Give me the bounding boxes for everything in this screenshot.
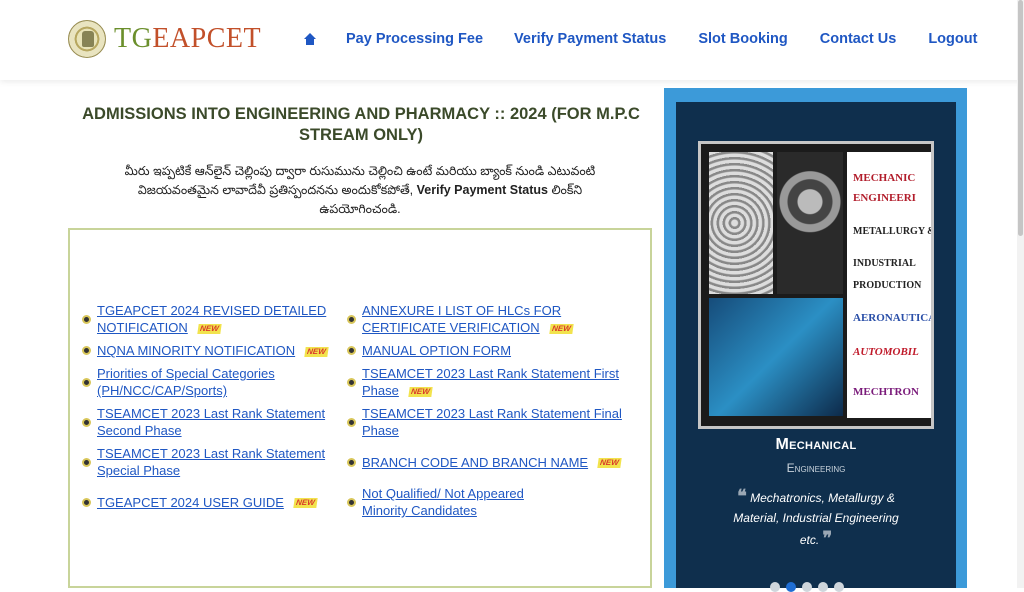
bullet-icon <box>82 417 91 427</box>
link-label: TSEAMCET 2023 Last Rank Statement Second… <box>97 406 326 438</box>
verify-payment-status-link[interactable]: Verify Payment Status <box>417 183 548 197</box>
link-label: TSEAMCET 2023 Last Rank Statement First … <box>362 366 619 398</box>
nav-logout[interactable]: Logout <box>928 31 977 47</box>
image-text: MECHTRON <box>853 386 919 398</box>
gears-image <box>777 152 843 294</box>
new-badge: NEW <box>408 386 433 397</box>
link-special-categories[interactable]: Priorities of Special Categories (PH/NCC… <box>82 362 347 402</box>
open-quote-icon: ❝ <box>737 486 747 506</box>
link-label: TGEAPCET 2024 USER GUIDE <box>97 494 284 510</box>
image-text: PRODUCTION <box>853 280 922 291</box>
payment-instructions: మీరు ఇప్పటికే ఆన్‌లైన్ చెల్లింపు ద్వారా … <box>96 162 624 219</box>
bullet-icon <box>82 346 91 355</box>
image-text: ENGINEERI <box>853 192 916 204</box>
bullet-icon <box>82 497 91 507</box>
link-branch-code[interactable]: BRANCH CODE AND BRANCH NAME NEW <box>347 442 642 482</box>
link-manual-option-form[interactable]: MANUAL OPTION FORM <box>347 339 642 362</box>
brand-name: TGEAPCET <box>114 23 261 55</box>
scrollbar-thumb[interactable] <box>1018 0 1023 236</box>
bullet-icon <box>347 346 356 355</box>
link-label: BRANCH CODE AND BRANCH NAME <box>362 454 589 470</box>
site-header: TGEAPCET Pay Processing Fee Verify Payme… <box>0 0 1024 80</box>
carousel-dot[interactable] <box>834 582 844 592</box>
bullet-icon <box>347 457 356 467</box>
bullet-icon <box>347 417 356 427</box>
link-rank-special-phase[interactable]: TSEAMCET 2023 Last Rank Statement Specia… <box>82 442 347 482</box>
bullet-icon <box>82 457 91 467</box>
link-label: MANUAL OPTION FORM <box>362 343 512 358</box>
link-rank-final-phase[interactable]: TSEAMCET 2023 Last Rank Statement Final … <box>347 402 642 442</box>
nav-verify-payment-status[interactable]: Verify Payment Status <box>514 31 666 47</box>
close-quote-icon: ❞ <box>822 528 833 548</box>
link-user-guide[interactable]: TGEAPCET 2024 USER GUIDE NEW <box>82 482 347 522</box>
notification-links: TGEAPCET 2024 REVISED DETAILED NOTIFICAT… <box>82 299 642 522</box>
new-badge: NEW <box>597 458 622 469</box>
page-scrollbar[interactable] <box>1017 0 1024 588</box>
bullet-icon <box>347 377 356 387</box>
image-text: AUTOMOBIL <box>853 346 919 358</box>
carousel-caption-title: Mechanical <box>775 436 857 453</box>
brand-suffix: EAPCET <box>152 23 262 54</box>
home-icon[interactable] <box>303 33 317 45</box>
carousel-dot[interactable] <box>818 582 828 592</box>
image-text: AERONAUTICAL <box>853 312 931 324</box>
link-minority-candidates[interactable]: Not Qualified/ Not Appeared Minority Can… <box>347 482 642 522</box>
brand-prefix: TG <box>114 23 153 54</box>
image-text: METALLURGY & MA <box>853 226 931 237</box>
dashboard-image <box>709 298 843 416</box>
image-text: MECHANIC <box>853 172 916 184</box>
top-nav: Pay Processing Fee Verify Payment Status… <box>303 31 977 47</box>
link-revised-notification[interactable]: TGEAPCET 2024 REVISED DETAILED NOTIFICAT… <box>82 299 347 339</box>
carousel-quote: ❝ Mechatronics, Metallurgy & Material, I… <box>724 486 908 550</box>
page-title: ADMISSIONS INTO ENGINEERING AND PHARMACY… <box>82 105 640 144</box>
bullet-icon <box>347 497 356 507</box>
link-label: TSEAMCET 2023 Last Rank Statement Final … <box>362 406 622 438</box>
image-text: INDUSTRIAL <box>853 258 916 269</box>
nav-contact-us[interactable]: Contact Us <box>820 31 897 47</box>
carousel-dot[interactable] <box>802 582 812 592</box>
nav-slot-booking[interactable]: Slot Booking <box>698 31 787 47</box>
nav-pay-processing-fee[interactable]: Pay Processing Fee <box>346 31 483 47</box>
carousel-dot[interactable] <box>770 582 780 592</box>
bullet-icon <box>347 314 356 324</box>
carousel-caption-subtitle: Engineering <box>786 461 846 475</box>
carousel-indicators <box>770 582 850 592</box>
link-label: ANNEXURE I LIST OF HLCs FOR CERTIFICATE … <box>362 303 562 335</box>
link-label: Not Qualified/ Not Appeared Minority Can… <box>362 486 524 518</box>
link-label: TSEAMCET 2023 Last Rank Statement Specia… <box>97 446 326 478</box>
new-badge: NEW <box>197 323 222 334</box>
bullet-icon <box>82 314 91 324</box>
new-badge: NEW <box>548 323 574 334</box>
new-badge: NEW <box>293 498 318 509</box>
link-nqna-minority[interactable]: NQNA MINORITY NOTIFICATION NEW <box>82 339 347 362</box>
link-label: Priorities of Special Categories (PH/NCC… <box>97 366 275 398</box>
logo[interactable]: TGEAPCET <box>68 20 261 58</box>
new-badge: NEW <box>304 346 329 357</box>
link-rank-first-phase[interactable]: TSEAMCET 2023 Last Rank Statement First … <box>347 362 642 402</box>
turbine-image <box>709 152 773 294</box>
link-annexure-hlc[interactable]: ANNEXURE I LIST OF HLCs FOR CERTIFICATE … <box>347 299 642 339</box>
link-rank-second-phase[interactable]: TSEAMCET 2023 Last Rank Statement Second… <box>82 402 347 442</box>
link-label: NQNA MINORITY NOTIFICATION <box>97 343 296 358</box>
state-seal-icon <box>68 20 106 58</box>
quote-text: Mechatronics, Metallurgy & Material, Ind… <box>733 491 899 547</box>
carousel-image: MECHANIC ENGINEERI METALLURGY & MA INDUS… <box>698 141 934 429</box>
carousel-dot[interactable] <box>786 582 796 592</box>
bullet-icon <box>82 377 91 387</box>
